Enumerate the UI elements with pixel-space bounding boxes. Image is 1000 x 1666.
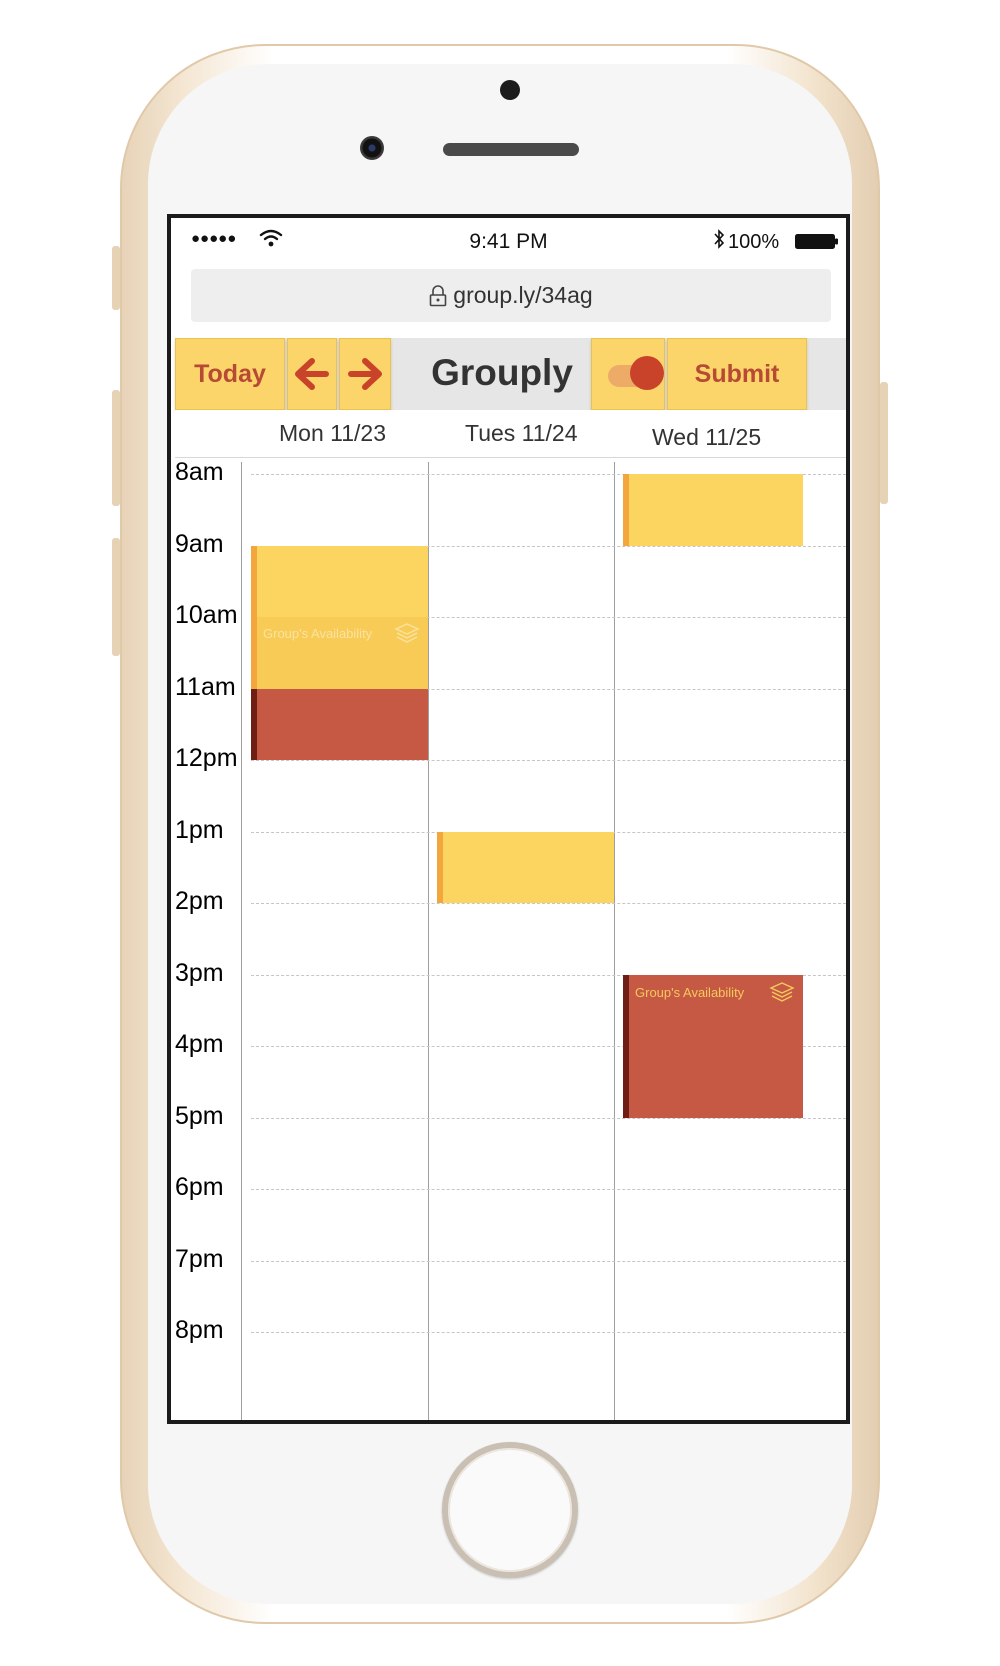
availability-toggle[interactable]: [591, 338, 665, 410]
submit-label: Submit: [694, 359, 780, 388]
selected-time-block[interactable]: Group's Availability: [623, 974, 803, 1118]
hour-gridline: [251, 903, 846, 904]
day-header-row: Mon 11/23 Tues 11/24 Wed 11/25: [175, 410, 846, 458]
column-divider: [428, 462, 429, 1420]
volume-up-button: [112, 390, 120, 506]
hour-gridline: [251, 1189, 846, 1190]
time-label: 7pm: [175, 1244, 224, 1273]
column-divider: [241, 462, 242, 1420]
today-button[interactable]: Today: [175, 338, 285, 410]
address-bar[interactable]: group.ly/34ag: [191, 269, 831, 322]
time-label: 5pm: [175, 1101, 224, 1130]
hour-gridline: [251, 1332, 846, 1333]
proximity-sensor: [500, 80, 520, 100]
hour-gridline: [251, 760, 846, 761]
event-accent-stripe: [623, 474, 629, 546]
time-label: 9am: [175, 529, 224, 558]
previous-week-button[interactable]: [287, 338, 337, 410]
hour-gridline: [251, 1117, 846, 1119]
availability-block[interactable]: [623, 474, 803, 546]
arrow-left-icon: [295, 358, 329, 390]
battery-icon: [795, 234, 838, 249]
volume-down-button: [112, 538, 120, 656]
battery-percent: 100%: [728, 231, 780, 253]
time-label: 8am: [175, 458, 224, 486]
time-label: 1pm: [175, 815, 224, 844]
day-header-mon: Mon 11/23: [279, 420, 386, 446]
submit-button[interactable]: Submit: [667, 338, 807, 410]
mute-switch: [112, 246, 120, 310]
event-accent-stripe: [623, 974, 629, 1118]
time-label: 2pm: [175, 887, 224, 915]
day-header-wed: Wed 11/25: [652, 424, 762, 450]
layers-icon: [394, 622, 420, 644]
screen: ●●●●● 9:41 PM 100% group.ly/34ag Today G…: [167, 214, 850, 1424]
layers-icon: [769, 981, 795, 1003]
arrow-right-icon: [348, 358, 382, 390]
time-label: 8pm: [175, 1316, 224, 1344]
event-accent-stripe: [251, 688, 257, 760]
event-label: Group's Availability: [263, 625, 373, 641]
today-label: Today: [194, 359, 266, 388]
availability-block[interactable]: Group's Availability: [251, 545, 428, 689]
selected-time-block[interactable]: [251, 688, 428, 760]
time-label: 10am: [175, 601, 238, 629]
column-divider: [614, 462, 615, 1420]
time-label: 6pm: [175, 1173, 224, 1201]
time-label: 4pm: [175, 1030, 224, 1058]
power-button: [880, 382, 888, 504]
status-bar: ●●●●● 9:41 PM 100%: [171, 218, 846, 260]
event-accent-stripe: [437, 831, 443, 903]
time-label: 12pm: [175, 744, 238, 772]
bluetooth-icon: [714, 229, 725, 249]
url-text: group.ly/34ag: [453, 282, 593, 308]
front-camera: [360, 136, 384, 160]
time-label: 11am: [175, 672, 236, 701]
home-button[interactable]: [442, 1442, 578, 1578]
day-header-tue: Tues 11/24: [465, 420, 578, 446]
event-label: Group's Availability: [635, 984, 745, 1000]
toggle-knob: [630, 356, 664, 390]
toolbar: Today Grouply Submit: [175, 338, 846, 410]
next-week-button[interactable]: [339, 338, 391, 410]
lock-icon: [429, 284, 447, 306]
app-title: Grouply: [431, 352, 573, 393]
availability-block[interactable]: [437, 831, 614, 903]
time-label: 3pm: [175, 958, 224, 987]
hour-gridline: [251, 1260, 846, 1262]
earpiece-speaker: [443, 143, 579, 156]
